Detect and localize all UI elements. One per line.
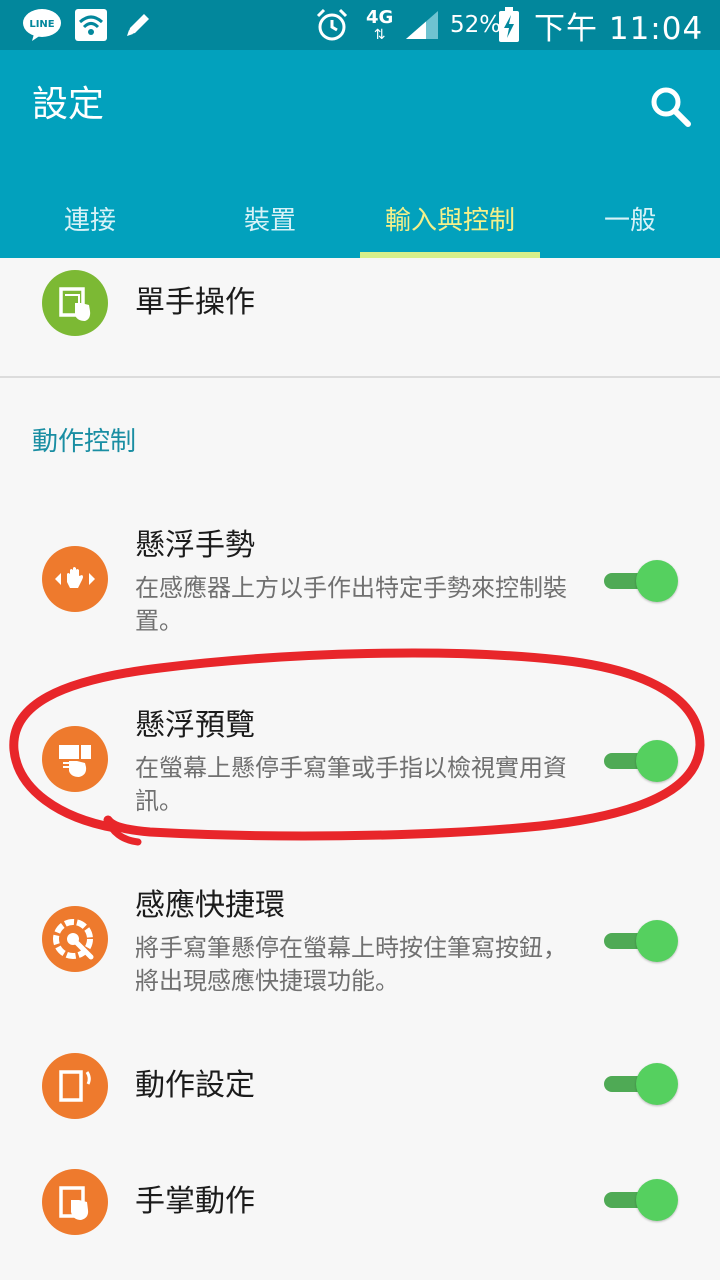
motions-toggle[interactable] — [604, 1061, 680, 1107]
data-arrows-icon: ⇅ — [373, 27, 386, 43]
list-item-description: 將手寫筆懸停在螢幕上時按住筆寫按鈕，將出現感應快捷環功能。 — [135, 934, 567, 995]
list-item-motions[interactable]: 動作設定 — [0, 1034, 720, 1134]
section-header-motion: 動作控制 — [32, 427, 137, 457]
line-icon-label: LINE — [29, 19, 54, 30]
tab-bar: 連接 裝置 輸入與控制 一般 — [0, 178, 720, 258]
motion-icon — [42, 1053, 108, 1119]
signal-icon — [404, 0, 440, 50]
air-view-toggle[interactable] — [604, 738, 680, 784]
list-item-air-command[interactable]: 感應快捷環 將手寫筆懸停在螢幕上時按住筆寫按鈕，將出現感應快捷環功能。 — [0, 876, 720, 1006]
list-item-air-gesture[interactable]: 懸浮手勢 在感應器上方以手作出特定手勢來控制裝置。 — [0, 516, 720, 646]
palm-motion-icon — [42, 1169, 108, 1235]
tab-device[interactable]: 裝置 — [180, 178, 360, 258]
palm-motion-toggle[interactable] — [604, 1177, 680, 1223]
tab-general[interactable]: 一般 — [540, 178, 720, 258]
one-hand-icon — [42, 270, 108, 336]
search-button[interactable] — [648, 84, 694, 130]
network-indicator: 4G ⇅ — [366, 0, 393, 50]
alarm-icon — [314, 0, 350, 50]
page-title: 設定 — [32, 84, 105, 125]
battery-percent: 52% — [450, 12, 502, 38]
list-item-title: 動作設定 — [135, 1068, 255, 1103]
line-icon: LINE — [22, 0, 62, 50]
wifi-icon — [74, 0, 108, 50]
list-item-palm-motion[interactable]: 手掌動作 — [0, 1150, 720, 1250]
clock: 下午 11:04 — [534, 10, 704, 47]
toggle-thumb — [636, 1179, 678, 1221]
list-item-title: 手掌動作 — [135, 1184, 255, 1219]
network-type: 4G — [366, 7, 394, 28]
toggle-thumb — [636, 1063, 678, 1105]
list-item-title: 感應快捷環 — [135, 888, 285, 923]
app-header: 設定 連接 裝置 輸入與控制 一般 — [0, 50, 720, 258]
toggle-thumb — [636, 740, 678, 782]
toggle-thumb — [636, 920, 678, 962]
settings-list: 單手操作 動作控制 懸浮手勢 在感應器上方以手作出特定手勢來控制裝置。 懸浮預覽… — [0, 258, 720, 1280]
list-item-title: 懸浮預覽 — [135, 708, 255, 743]
search-icon — [651, 87, 691, 127]
air-command-toggle[interactable] — [604, 918, 680, 964]
air-gesture-toggle[interactable] — [604, 558, 680, 604]
air-view-icon — [42, 726, 108, 792]
battery-charging-icon — [498, 0, 520, 50]
status-bar: LINE 4G ⇅ 52% 下午 11:04 — [0, 0, 720, 50]
tab-input-control[interactable]: 輸入與控制 — [360, 178, 540, 258]
list-item-title: 單手操作 — [135, 285, 255, 320]
list-item-description: 在感應器上方以手作出特定手勢來控制裝置。 — [135, 574, 567, 635]
air-gesture-icon — [42, 546, 108, 612]
air-command-icon — [42, 906, 108, 972]
toggle-thumb — [636, 560, 678, 602]
divider — [0, 376, 720, 378]
list-item-description: 在螢幕上懸停手寫筆或手指以檢視實用資訊。 — [135, 754, 567, 815]
edit-icon — [122, 0, 154, 50]
list-item-one-handed[interactable]: 單手操作 — [0, 258, 720, 376]
list-item-title: 懸浮手勢 — [135, 528, 255, 563]
tab-connections[interactable]: 連接 — [0, 178, 180, 258]
list-item-air-view[interactable]: 懸浮預覽 在螢幕上懸停手寫筆或手指以檢視實用資訊。 — [0, 696, 720, 826]
